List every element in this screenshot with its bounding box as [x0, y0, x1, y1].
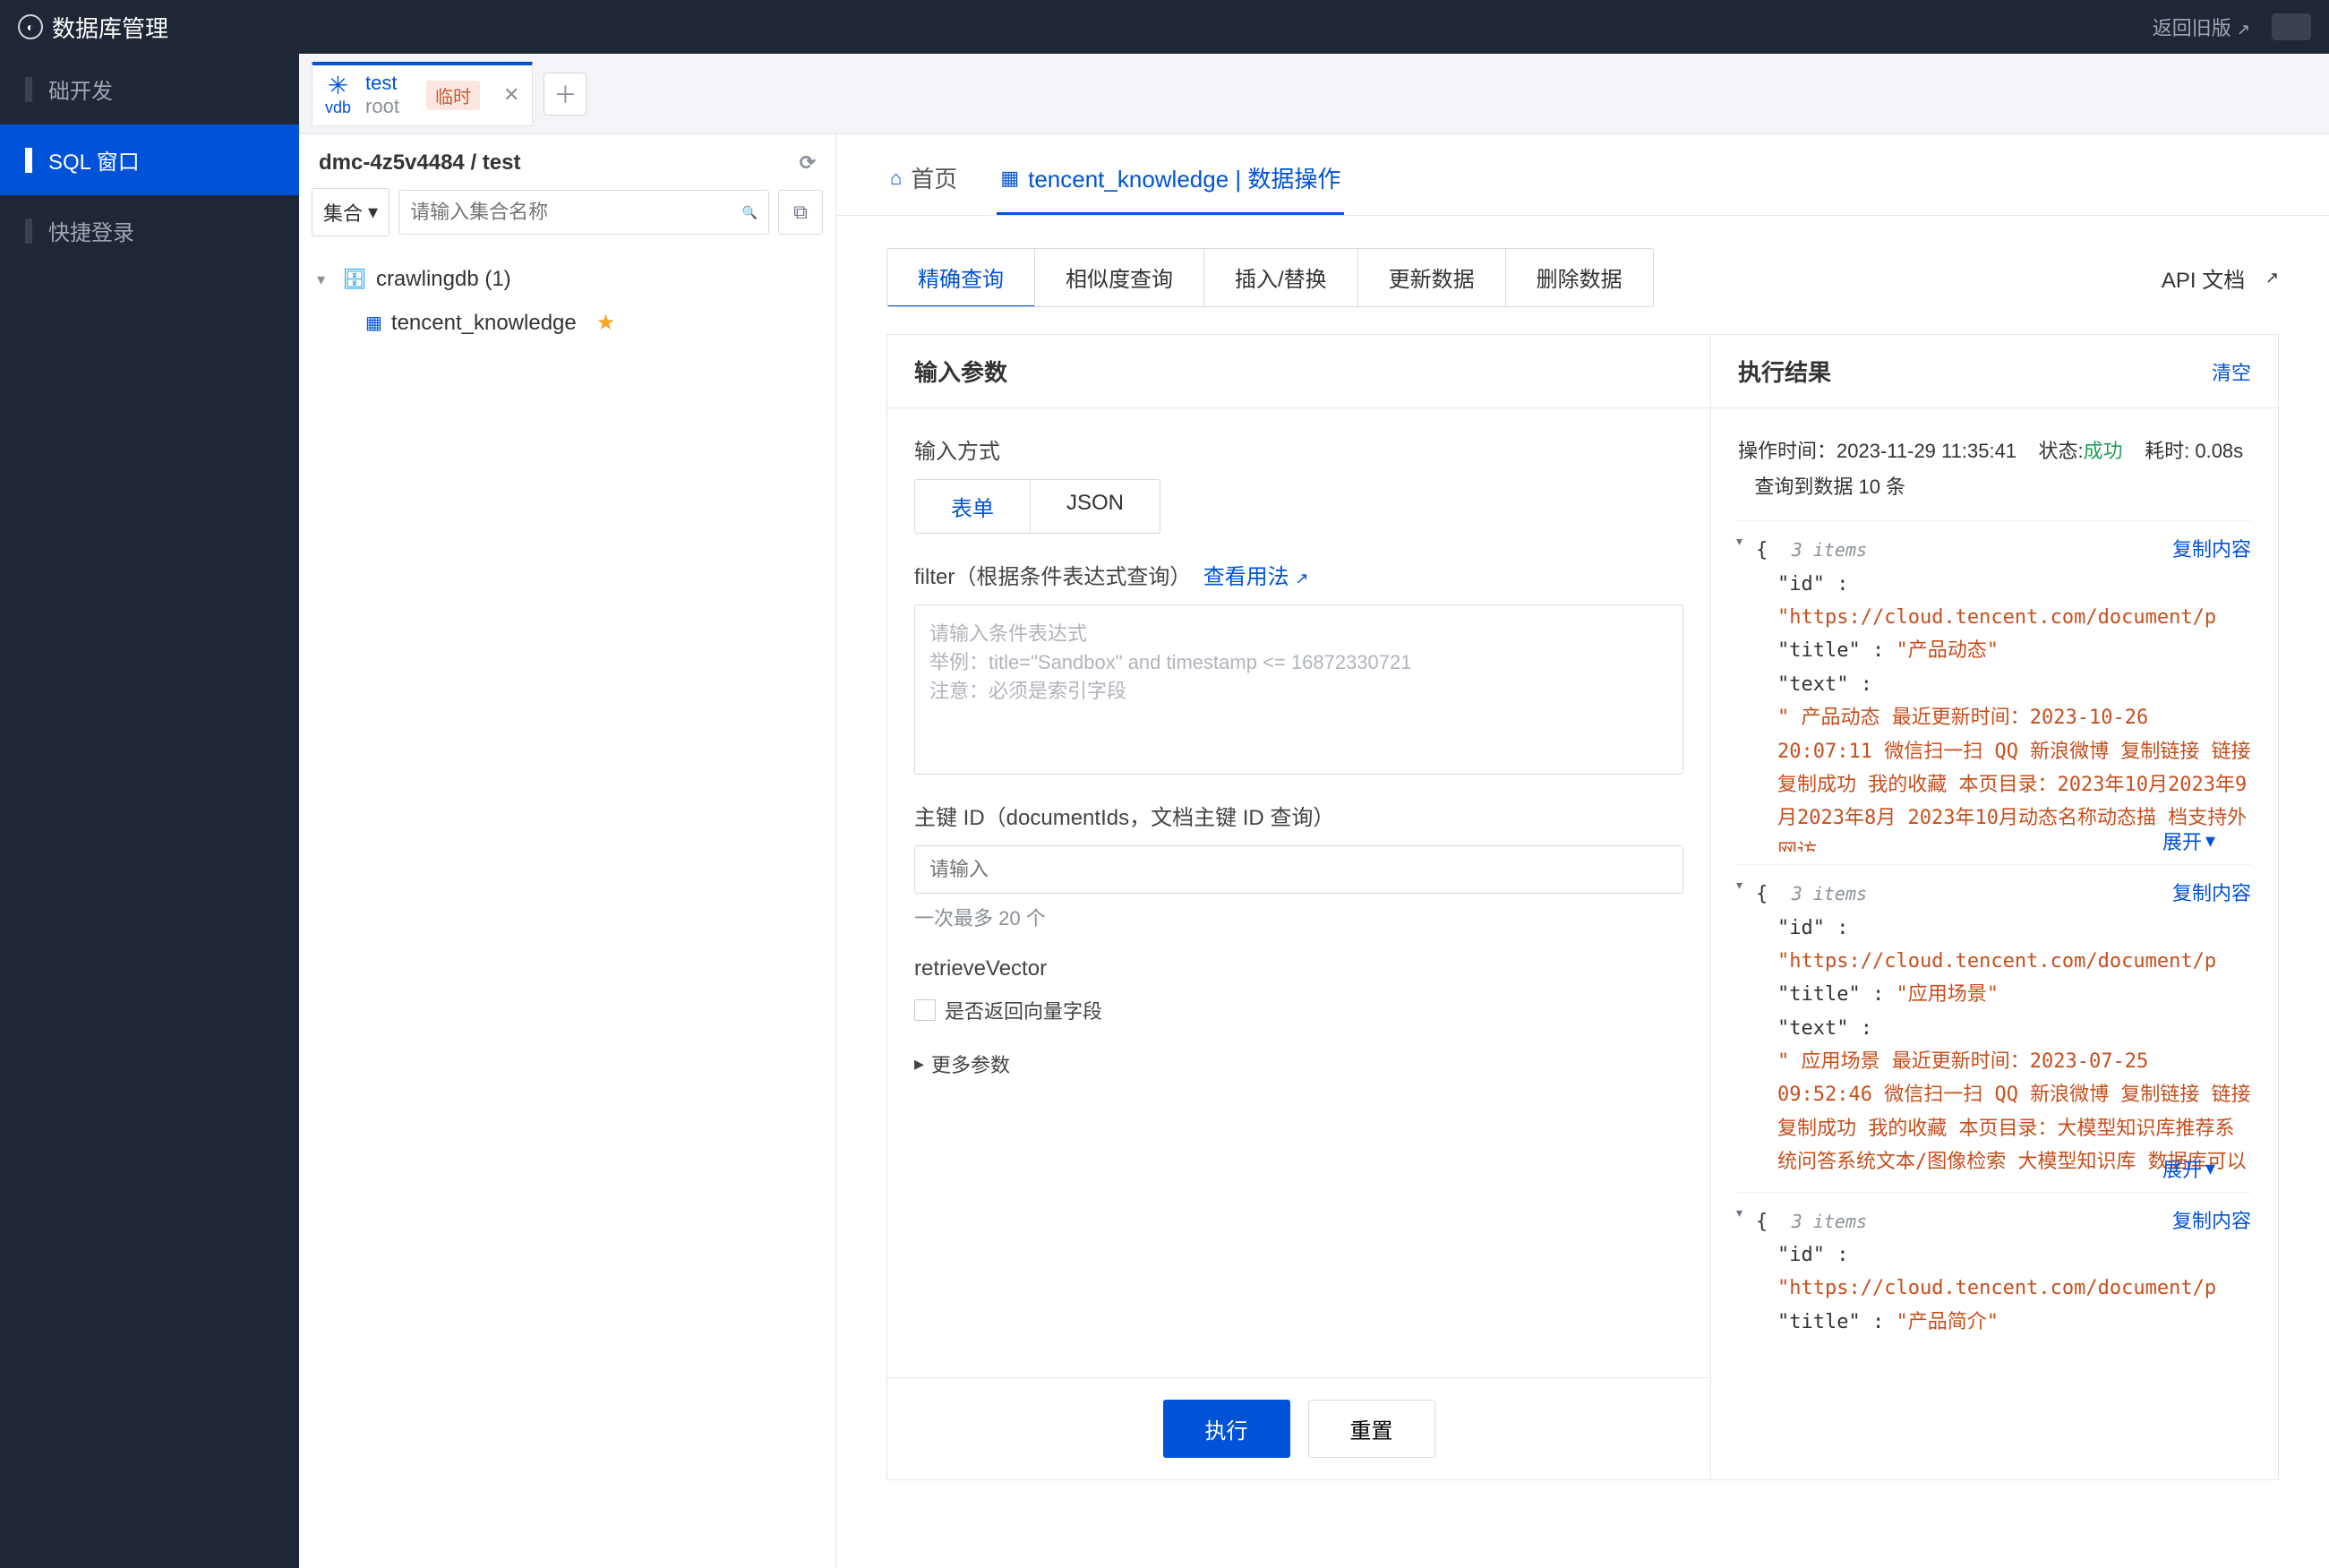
- collapse-icon[interactable]: ▾: [1736, 534, 1742, 549]
- new-collection-button[interactable]: ⧉: [778, 190, 823, 235]
- explorer-panel: dmc-4z5v4484 / test ⟳ 集合▾ 🔍 ⧉ ▾: [299, 134, 836, 1568]
- topbar: ◐ 数据库管理 返回旧版 ↗: [0, 0, 2329, 54]
- connection-tab[interactable]: ✳ vdb test root 临时 ✕: [312, 62, 533, 126]
- user-avatar[interactable]: [2272, 13, 2311, 40]
- left-nav: 础开发 SQL 窗口 快捷登录: [0, 54, 299, 1568]
- tree-table-row[interactable]: ▦ tencent_knowledge ★: [312, 301, 823, 345]
- reset-button[interactable]: 重置: [1308, 1400, 1435, 1458]
- collapse-icon[interactable]: ▾: [1736, 878, 1742, 893]
- collection-search-input[interactable]: [410, 201, 742, 224]
- api-docs-link[interactable]: API 文档 ↗: [2162, 262, 2279, 294]
- result-item: ▾ 复制内容 { 3 items "id" : "https://cloud.t…: [1738, 1192, 2251, 1352]
- copy-content-link[interactable]: 复制内容: [2172, 878, 2251, 906]
- conn-tab-name: test: [365, 72, 399, 95]
- op-tab-delete[interactable]: 删除数据: [1506, 249, 1653, 306]
- tab-data-operation[interactable]: ▦ tencent_knowledge | 数据操作: [997, 150, 1344, 215]
- collapse-icon[interactable]: ▾: [1736, 1205, 1742, 1221]
- result-meta: 操作时间：2023-11-29 11:35:41 状态:成功 耗时: 0.08s…: [1738, 433, 2251, 504]
- refresh-icon[interactable]: ⟳: [800, 151, 816, 175]
- op-tab-update[interactable]: 更新数据: [1358, 249, 1506, 306]
- return-old-version-link[interactable]: 返回旧版 ↗: [2153, 13, 2250, 41]
- add-tab-button[interactable]: ＋: [544, 73, 587, 116]
- database-icon: 🗄: [342, 268, 367, 291]
- conn-tab-user: root: [365, 95, 399, 118]
- result-item: ▾ 复制内容 { 3 items "id" : "https://cloud.t…: [1738, 520, 2251, 864]
- filter-usage-link[interactable]: 查看用法 ↗: [1203, 565, 1309, 589]
- input-mode-json[interactable]: JSON: [1031, 480, 1160, 533]
- temp-badge: 临时: [426, 81, 480, 110]
- clear-results-link[interactable]: 清空: [2212, 357, 2251, 386]
- external-link-icon: ↗: [2237, 21, 2250, 39]
- input-panel-title: 输入参数: [914, 355, 1007, 388]
- operation-tabs: 精确查询 相似度查询 插入/替换 更新数据 删除数据: [886, 248, 1654, 307]
- chevron-down-icon: ▾: [368, 201, 378, 224]
- expand-link[interactable]: 展开▾: [2162, 827, 2215, 855]
- expand-link[interactable]: 展开▾: [2162, 1154, 2215, 1183]
- app-title-group: ◐ 数据库管理: [18, 11, 168, 44]
- scope-select[interactable]: 集合▾: [312, 188, 390, 236]
- execute-button[interactable]: 执行: [1163, 1400, 1290, 1458]
- close-tab-icon[interactable]: ✕: [503, 83, 519, 107]
- op-tab-similarity-query[interactable]: 相似度查询: [1035, 249, 1204, 306]
- nav-item-sql-window[interactable]: SQL 窗口: [0, 124, 299, 195]
- search-icon[interactable]: 🔍: [742, 205, 758, 220]
- copy-content-link[interactable]: 复制内容: [2172, 1205, 2251, 1234]
- result-panel-title: 执行结果: [1738, 355, 1831, 388]
- app-logo-icon: ◐: [18, 14, 43, 39]
- breadcrumb: dmc-4z5v4484 / test: [319, 150, 520, 176]
- op-tab-exact-query[interactable]: 精确查询: [887, 249, 1035, 307]
- retrieve-vector-checkbox[interactable]: [914, 999, 936, 1021]
- input-mode-form[interactable]: 表单: [915, 480, 1031, 533]
- tree-db-row[interactable]: ▾ 🗄 crawlingdb (1): [312, 258, 823, 301]
- input-mode-segment: 表单 JSON: [914, 479, 1160, 534]
- filter-textarea[interactable]: 请输入条件表达式 举例：title="Sandbox" and timestam…: [914, 604, 1683, 775]
- retrieve-vector-checkbox-label: 是否返回向量字段: [945, 996, 1102, 1024]
- app-title: 数据库管理: [52, 11, 168, 44]
- nav-item-dev[interactable]: 础开发: [0, 54, 299, 124]
- external-link-icon: ↗: [2265, 269, 2279, 287]
- pk-hint: 一次最多 20 个: [914, 903, 1683, 931]
- chevron-right-icon: ▸: [914, 1052, 924, 1075]
- pk-input[interactable]: [914, 845, 1683, 894]
- external-link-icon: ↗: [1295, 570, 1308, 587]
- vdb-icon: ✳ vdb: [325, 73, 351, 117]
- chevron-down-icon: ▾: [2205, 1157, 2215, 1180]
- tab-home[interactable]: ⌂ 首页: [886, 150, 961, 215]
- home-icon: ⌂: [890, 167, 902, 190]
- input-mode-label: 输入方式: [914, 433, 1683, 465]
- pk-label: 主键 ID（documentIds，文档主键 ID 查询）: [914, 800, 1683, 831]
- table-icon: ▦: [365, 312, 382, 334]
- retrieve-vector-label: retrieveVector: [914, 956, 1683, 981]
- op-tab-insert-replace[interactable]: 插入/替换: [1204, 249, 1358, 306]
- table-icon: ▦: [1000, 167, 1019, 190]
- chevron-down-icon: ▾: [2205, 829, 2215, 853]
- star-icon[interactable]: ★: [596, 310, 616, 336]
- filter-label: filter（根据条件表达式查询） 查看用法 ↗: [914, 559, 1683, 590]
- more-params-expander[interactable]: ▸ 更多参数: [914, 1050, 1683, 1078]
- chevron-down-icon: ▾: [317, 270, 333, 289]
- nav-item-quick-login[interactable]: 快捷登录: [0, 195, 299, 266]
- copy-content-link[interactable]: 复制内容: [2172, 534, 2251, 562]
- result-item: ▾ 复制内容 { 3 items "id" : "https://cloud.t…: [1738, 864, 2251, 1192]
- connection-tabs-bar: ✳ vdb test root 临时 ✕ ＋: [299, 54, 2329, 134]
